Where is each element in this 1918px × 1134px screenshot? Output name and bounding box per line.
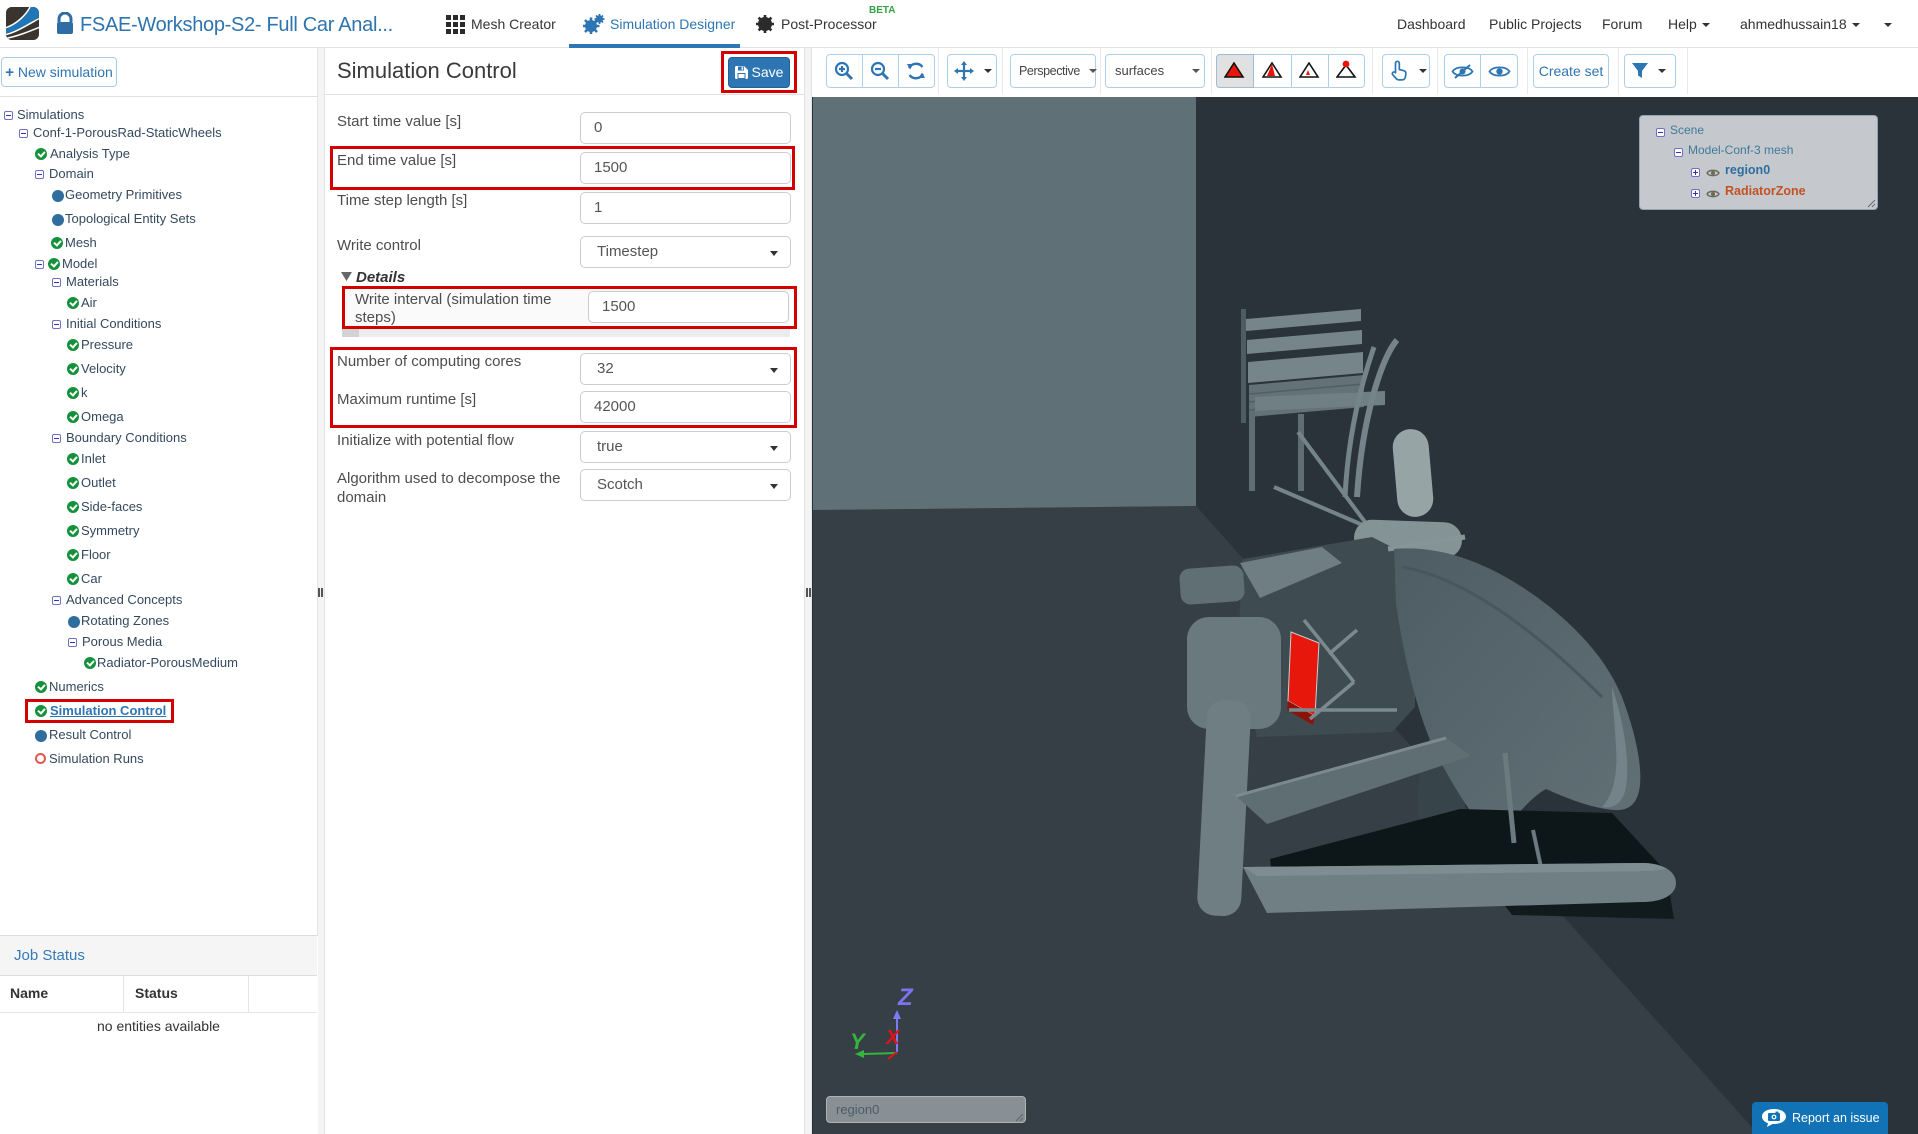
svg-text:X: X xyxy=(885,1027,901,1049)
svg-text:Y: Y xyxy=(850,1029,867,1054)
svg-text:Z: Z xyxy=(897,984,914,1011)
